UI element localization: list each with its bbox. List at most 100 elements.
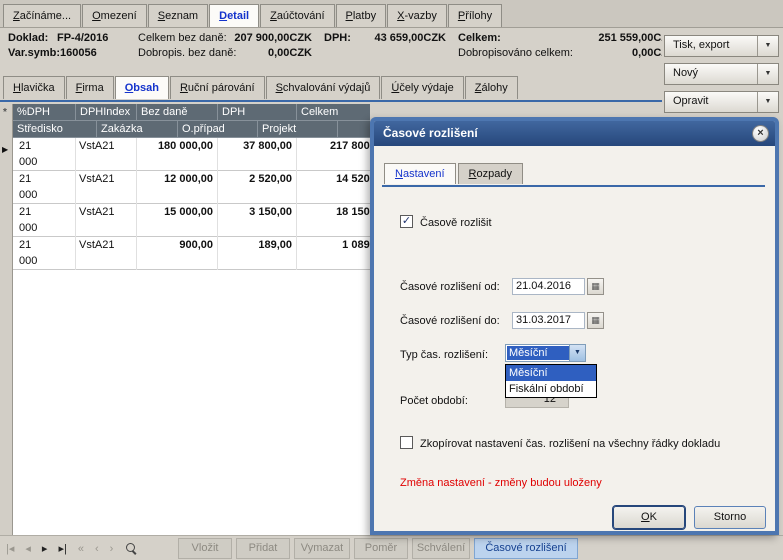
rozliseni-do-input[interactable]: 31.03.2017 — [512, 312, 585, 329]
tab-platby[interactable]: Platby — [336, 4, 387, 27]
zkopirovat-checkbox[interactable] — [400, 436, 413, 449]
pridat-button[interactable]: Přidat — [236, 538, 290, 559]
storno-button[interactable]: Storno — [694, 506, 766, 529]
col-header-zakazka[interactable]: Zakázka — [97, 121, 178, 138]
dialog-tab-underline — [382, 185, 765, 187]
dialog-tab-nastaveni[interactable]: Nastavení — [384, 163, 456, 184]
edit-button[interactable]: Opravit ▼ — [664, 91, 779, 113]
typ-dropdown-list: Měsíční Fiskální období — [505, 364, 597, 398]
cell-bez-dane: 180 000,00 — [137, 138, 218, 171]
typ-rozliseni-select[interactable]: Měsíční ▼ — [505, 344, 586, 362]
tab-hlavicka[interactable]: Hlavička — [3, 76, 65, 99]
chevron-down-icon[interactable]: ▼ — [757, 36, 778, 56]
chevron-down-icon[interactable]: ▼ — [569, 345, 585, 361]
dph-value: 43 659,00CZK — [342, 32, 446, 44]
rozliseni-od-label: Časové rozlišení od: — [400, 281, 500, 293]
tab-seznam[interactable]: Seznam — [148, 4, 208, 27]
col-header-stredisko[interactable]: Středisko — [13, 121, 97, 138]
search-icon[interactable] — [126, 543, 138, 555]
cell-stredisko: 000 — [19, 189, 37, 201]
tab-obsah[interactable]: Obsah — [115, 76, 169, 99]
tab-prilohy[interactable]: Přílohy — [448, 4, 502, 27]
cell-dph: 37 800,00 — [218, 138, 297, 171]
row-selector-icon: ▶ — [2, 145, 8, 154]
col-header-dph[interactable]: DPH — [218, 104, 297, 121]
col-header-opripad[interactable]: O.případ — [178, 121, 258, 138]
tab-omezeni[interactable]: Omezení — [82, 4, 147, 27]
cell-celkem: 1 089,00 — [297, 237, 370, 270]
rozliseni-od-input[interactable]: 21.04.2016 — [512, 278, 585, 295]
edit-label: Opravit — [673, 95, 708, 107]
detail-tabs: Hlavička Firma Obsah Ruční párování Schv… — [3, 76, 519, 99]
dialog-title-bar[interactable]: Časové rozlišení × — [374, 121, 775, 146]
tab-zauctovani[interactable]: Zaúčtování — [260, 4, 334, 27]
tab-schvalovani-vydaju[interactable]: Schvalování výdajů — [266, 76, 381, 99]
calendar-icon[interactable]: ▦ — [587, 278, 604, 295]
dialog-title: Časové rozlišení — [383, 126, 478, 140]
cell-bez-dane: 15 000,00 — [137, 204, 218, 237]
ok-button[interactable]: OK — [613, 506, 685, 529]
col-header-bez-dane[interactable]: Bez daně — [137, 104, 218, 121]
tab-x-vazby[interactable]: X-vazby — [387, 4, 447, 27]
pomer-button[interactable]: Poměr — [354, 538, 408, 559]
col-header-celkem[interactable]: Celkem — [297, 104, 370, 121]
celkem-label: Celkem: — [458, 32, 501, 44]
tab-rucni-parovani[interactable]: Ruční párování — [170, 76, 265, 99]
schvaleni-button[interactable]: Schválení — [412, 538, 470, 559]
calendar-icon[interactable]: ▦ — [587, 312, 604, 329]
cell-dph: 3 150,00 — [218, 204, 297, 237]
cell-stredisko: 000 — [19, 255, 37, 267]
tab-ucely-vydaje[interactable]: Účely výdaje — [381, 76, 463, 99]
cell-bez-dane: 12 000,00 — [137, 171, 218, 204]
varsymb-value: Var.symb:160056 — [8, 47, 97, 59]
first-page-icon[interactable]: « — [78, 543, 84, 555]
new-button[interactable]: Nový ▼ — [664, 63, 779, 85]
rozliseni-do-label: Časové rozlišení do: — [400, 315, 500, 327]
casove-rozliseni-button[interactable]: Časové rozlišení — [474, 538, 578, 559]
cell-dph-index: VstA21 — [76, 138, 137, 171]
grid-row[interactable]: 21 VstA21 900,00 189,00 1 089,00 000 — [13, 237, 370, 270]
cell-stredisko: 000 — [19, 222, 37, 234]
casove-rozlisit-label: Časově rozlišit — [420, 217, 492, 229]
grid-row[interactable]: 21 VstA21 12 000,00 2 520,00 14 520,00 0… — [13, 171, 370, 204]
last-record-icon[interactable]: ▸| — [58, 542, 66, 555]
grid-row[interactable]: 21 VstA21 180 000,00 37 800,00 217 800,0… — [13, 138, 370, 171]
first-record-icon[interactable]: |◂ — [6, 542, 14, 555]
print-export-label: Tisk, export — [673, 39, 729, 51]
cell-celkem: 14 520,00 — [297, 171, 370, 204]
tab-detail[interactable]: Detail — [209, 4, 259, 27]
dialog-tabs: Nastavení Rozpady — [384, 163, 525, 184]
tab-zalohy[interactable]: Zálohy — [465, 76, 518, 99]
casove-rozlisit-checkbox[interactable]: ✓ — [400, 215, 413, 228]
tab-underline — [0, 100, 662, 102]
dropdown-option-fiskalni[interactable]: Fiskální období — [506, 381, 596, 397]
tab-zaciname[interactable]: Začínáme... — [3, 4, 81, 27]
dobropisovano-value: 0,00CZK — [520, 47, 662, 59]
dialog-casove-rozliseni: Časové rozlišení × Nastavení Rozpady ✓ Č… — [370, 117, 779, 535]
typ-selected-value: Měsíční — [507, 346, 569, 360]
chevron-down-icon[interactable]: ▼ — [757, 64, 778, 84]
cell-celkem: 18 150,00 — [297, 204, 370, 237]
main-tabs: Začínáme... Omezení Seznam Detail Zaúčto… — [3, 4, 503, 27]
next-page-icon[interactable]: › — [110, 543, 114, 555]
cell-dph-index: VstA21 — [76, 204, 137, 237]
chevron-down-icon[interactable]: ▼ — [757, 92, 778, 112]
prev-page-icon[interactable]: ‹ — [95, 543, 99, 555]
grid-row[interactable]: 21 VstA21 15 000,00 3 150,00 18 150,00 0… — [13, 204, 370, 237]
dropdown-option-mesicni[interactable]: Měsíční — [506, 365, 596, 381]
print-export-button[interactable]: Tisk, export ▼ — [664, 35, 779, 57]
col-header-dph-index[interactable]: DPHIndex — [76, 104, 137, 121]
vymazat-button[interactable]: Vymazat — [294, 538, 350, 559]
dialog-body: Nastavení Rozpady ✓ Časově rozlišit Časo… — [374, 146, 775, 531]
doklad-label: Doklad: — [8, 32, 48, 44]
dialog-tab-rozpady[interactable]: Rozpady — [458, 163, 523, 184]
tab-firma[interactable]: Firma — [66, 76, 114, 99]
col-header-projekt[interactable]: Projekt — [258, 121, 338, 138]
grid-row-gutter: * ▶ — [0, 104, 13, 535]
col-header-dph-pct[interactable]: %DPH — [13, 104, 76, 121]
vlozit-button[interactable]: Vložit — [178, 538, 232, 559]
content-grid: * ▶ %DPH DPHIndex Bez daně DPH Celkem St… — [0, 104, 370, 535]
close-icon[interactable]: × — [752, 125, 769, 142]
prev-record-icon[interactable]: ◂ — [25, 542, 31, 555]
next-record-icon[interactable]: ▸ — [42, 542, 48, 555]
